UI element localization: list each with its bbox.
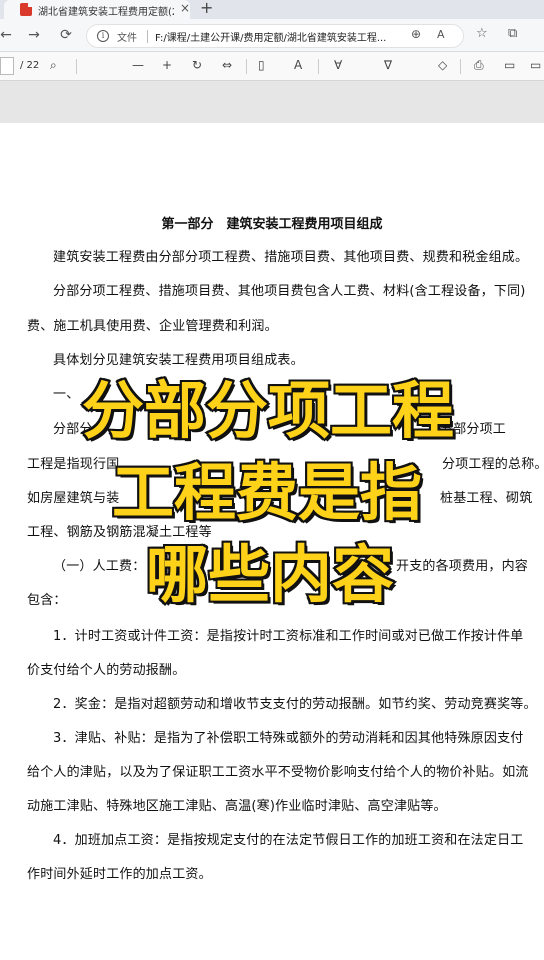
erase-icon[interactable]: ◇ [438, 58, 447, 72]
tab-bar: 湖北省建筑安装工程费用定额(20 × + [0, 0, 544, 19]
read-aloud-icon[interactable]: A [294, 58, 302, 72]
toolbar-divider [246, 59, 247, 74]
reload-button[interactable]: ⟳ [56, 25, 76, 45]
doc-line: 动施工津贴、特殊地区施工津贴、高温(寒)作业临时津贴、高空津贴等。 [27, 799, 447, 814]
doc-line: 建筑安装工程费由分部分项工程费、措施项目费、其他项目费、规费和税金组成。 [53, 250, 529, 265]
address-bar: ← → ⟳ i 文件 F:/课程/土建公开课/费用定额/湖北省建筑安装工程...… [0, 19, 544, 52]
doc-line: 包含： [27, 593, 67, 608]
print-icon[interactable]: ⎙ [474, 58, 484, 73]
read-aloud-icon[interactable]: A [437, 28, 445, 41]
forward-button[interactable]: → [24, 25, 44, 45]
doc-line: 给个人的津贴，以及为了保证职工工资水平不受物价影响支付给个人的物价补贴。如流 [27, 765, 529, 780]
doc-line: 分项工程的总称。 [442, 457, 544, 472]
page-view-icon[interactable]: ▯ [258, 58, 265, 72]
doc-line: 作时间外延时工作的加点工资。 [27, 867, 212, 882]
doc-line: 费、施工机具使用费、企业管理费和利润。 [27, 319, 278, 334]
save-icon[interactable]: ▭ [504, 58, 515, 72]
pdf-file-icon [20, 3, 32, 16]
doc-line: 4．加班加点工资：是指按规定支付的在法定节假日工作的加班工资和在法定日工 [53, 833, 524, 848]
tab-pdf-document[interactable]: 湖北省建筑安装工程费用定额(20 × [4, 0, 190, 19]
url-text[interactable]: F:/课程/土建公开课/费用定额/湖北省建筑安装工程... [155, 29, 405, 44]
toolbar-divider [460, 59, 461, 74]
zoom-in-button[interactable]: + [162, 58, 172, 72]
page-total: / 22 [20, 60, 40, 71]
favorite-icon[interactable]: ☆ [476, 26, 488, 41]
overlay-caption-line-3: 哪些内容 [144, 536, 396, 613]
doc-line: 开支的各项费用，内容 [396, 559, 529, 574]
doc-line: 价支付给个人的劳动报酬。 [27, 663, 186, 678]
zoom-icon[interactable]: ⊕ [411, 27, 421, 41]
toolbar-divider [76, 59, 77, 74]
rotate-icon[interactable]: ↻ [192, 58, 202, 72]
overlay-caption-line-1: 分部分项工程 [80, 372, 456, 449]
doc-line: 一、 [53, 387, 80, 402]
overlay-caption-line-2: 工程费是指 [110, 454, 424, 531]
draw-icon[interactable]: ∀ [334, 58, 342, 72]
fit-page-icon[interactable]: ⇔ [222, 58, 232, 72]
back-button[interactable]: ← [0, 25, 16, 45]
doc-line: 桩基工程、砌筑 [440, 491, 533, 506]
doc-line: 如房屋建筑与装 [27, 491, 120, 506]
doc-line: （一）人工费： [53, 559, 146, 574]
page-number-input[interactable] [0, 57, 14, 75]
tab-close-icon[interactable]: × [180, 1, 190, 15]
doc-line: 分部分项工程费、措施项目费、其他项目费包含人工费、材料(含工程设备，下同) [53, 284, 526, 299]
browser-window: 湖北省建筑安装工程费用定额(20 × + ← → ⟳ i 文件 F:/课程/土建… [0, 0, 544, 960]
doc-line: 3．津贴、补贴：是指为了补偿职工特殊或额外的劳动消耗和因其他特殊原因支付 [53, 731, 524, 746]
collections-icon[interactable]: ⧉ [508, 26, 517, 41]
zoom-out-button[interactable]: — [132, 58, 144, 72]
url-field[interactable]: i 文件 F:/课程/土建公开课/费用定额/湖北省建筑安装工程... ⊕ A [86, 24, 464, 48]
section-heading: 第一部分 建筑安装工程费用项目组成 [161, 217, 383, 232]
tab-title: 湖北省建筑安装工程费用定额(20 [38, 7, 174, 18]
info-icon[interactable]: i [97, 30, 109, 42]
pdf-toolbar: / 22 ⌕ — + ↻ ⇔ ▯ A ∀ ∇ ◇ ⎙ ▭ ▭ [0, 52, 544, 81]
search-icon[interactable]: ⌕ [50, 58, 57, 73]
doc-line: 工程是指现行国 [27, 457, 120, 472]
toolbar-divider [318, 59, 319, 74]
file-label: 文件 [117, 33, 137, 44]
new-tab-button[interactable]: + [200, 0, 213, 17]
doc-line: 1．计时工资或计件工资：是指按计时工资标准和工作时间或对已做工作按计件单 [53, 629, 524, 644]
url-divider [147, 30, 148, 43]
save-as-icon[interactable]: ▭ [530, 58, 541, 72]
doc-line: 2．奖金：是指对超额劳动和增收节支支付的劳动报酬。如节约奖、劳动竞赛奖等。 [53, 697, 537, 712]
highlight-icon[interactable]: ∇ [384, 58, 392, 72]
